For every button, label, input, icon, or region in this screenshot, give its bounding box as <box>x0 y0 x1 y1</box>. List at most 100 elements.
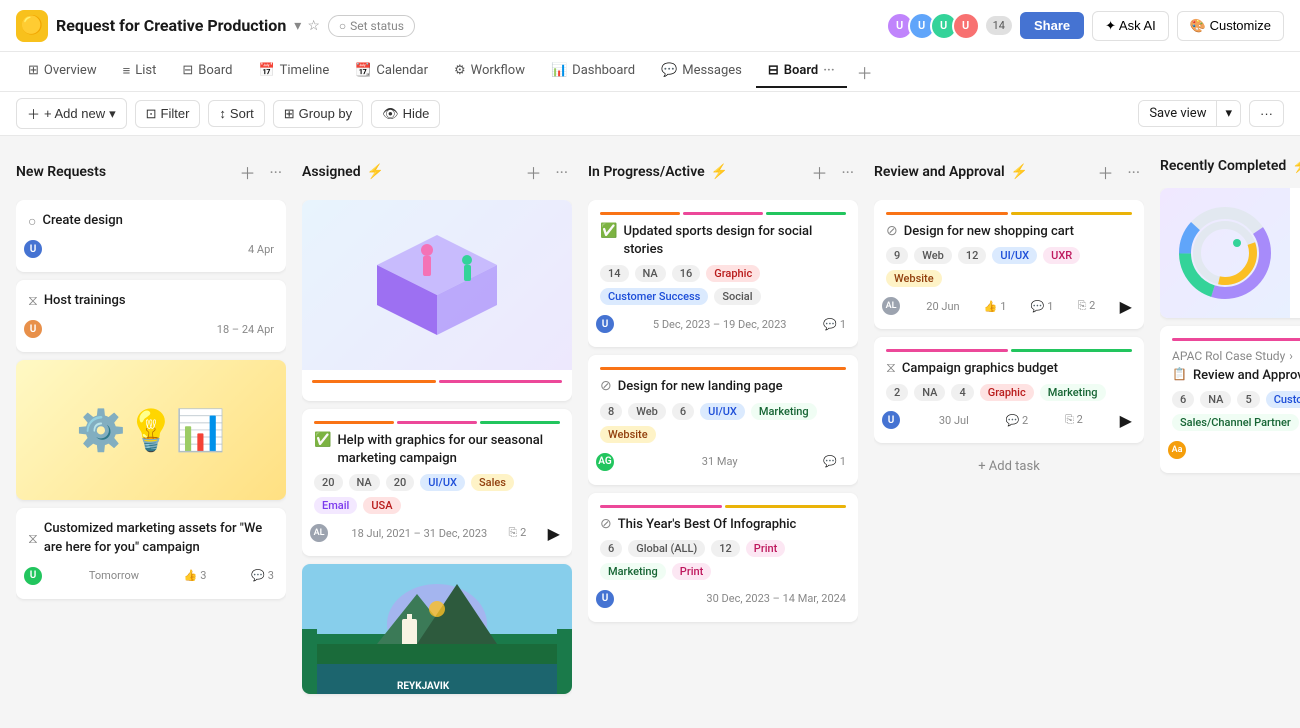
dashboard-icon: 📊 <box>551 63 567 78</box>
card-avatar: U <box>594 588 616 610</box>
ask-ai-button[interactable]: ✦ Ask AI <box>1092 11 1169 41</box>
card-avatar: U <box>880 409 902 431</box>
column-body-review: ⊘ Design for new shopping cart 9 Web 12 … <box>874 200 1144 712</box>
card-city-image[interactable]: REYKJAVIK <box>302 564 572 694</box>
tag: UI/UX <box>992 247 1037 264</box>
column-more-button[interactable]: ··· <box>837 161 858 184</box>
column-add-button[interactable]: ＋ <box>1093 158 1117 186</box>
tag: Customer Success <box>600 288 708 305</box>
tag: 9 <box>886 247 908 264</box>
tab-workflow[interactable]: ⚙ Workflow <box>442 55 537 88</box>
column-new-requests: New Requests ＋ ··· ○ Create design U 4 A… <box>16 152 286 712</box>
tab-calendar[interactable]: 📆 Calendar <box>343 55 440 88</box>
chart-area <box>1160 188 1290 318</box>
card-apac-case-study[interactable]: APAC Rol Case Study › 📋 Review and Appro… <box>1160 326 1300 473</box>
card-tags: 9 Web 12 UI/UX UXR Website <box>886 247 1132 287</box>
save-view-chevron[interactable]: ▾ <box>1216 101 1240 126</box>
tab-dashboard[interactable]: 📊 Dashboard <box>539 55 647 88</box>
card-comments: 💬 1 <box>823 318 846 331</box>
card-hero-image[interactable]: ✅ Global (ALL), Hero Image for Product L… <box>1160 188 1300 318</box>
card-avatar: AL <box>308 522 330 544</box>
card-title: Review and Approve – APAC Case Study <box>1193 367 1300 385</box>
card-tags: 14 NA 16 Graphic Customer Success Social <box>600 265 846 305</box>
app-emoji: 🟡 <box>21 15 43 36</box>
card-help-graphics[interactable]: ✅ Help with graphics for our seasonal ma… <box>302 409 572 556</box>
add-new-button[interactable]: ＋ + Add new ▾ <box>16 98 127 129</box>
tag: Graphic <box>706 265 760 282</box>
card-landing-page[interactable]: ⊘ Design for new landing page 8 Web 6 UI… <box>588 355 858 484</box>
column-add-button[interactable]: ＋ <box>521 158 545 186</box>
card-sports-design[interactable]: ✅ Updated sports design for social stori… <box>588 200 858 347</box>
card-date: 4 Apr <box>248 243 274 256</box>
card-yellow-image[interactable]: ⚙️💡📊 <box>16 360 286 500</box>
column-add-button[interactable]: ＋ <box>807 158 831 186</box>
donut-chart <box>1170 198 1280 308</box>
add-tab-button[interactable]: ＋ <box>849 56 881 88</box>
column-add-button[interactable]: ＋ <box>235 158 259 186</box>
card-date: 30 Jul <box>939 414 969 427</box>
app-icon: 🟡 <box>16 10 48 42</box>
tag: 6 <box>1172 391 1194 408</box>
tab-timeline[interactable]: 📅 Timeline <box>246 55 341 88</box>
group-by-button[interactable]: ⊞ Group by <box>273 100 363 128</box>
tab-messages[interactable]: 💬 Messages <box>649 55 754 88</box>
check-icon: ✅ <box>314 432 331 448</box>
circle-icon: ○ <box>28 213 36 230</box>
progress-bars <box>314 421 560 424</box>
progress-bars <box>600 367 846 370</box>
avatar: U <box>952 12 980 40</box>
circle-check-icon: ⊘ <box>600 516 612 532</box>
card-tags: 6 Global (ALL) 12 Print Marketing Print <box>600 540 846 580</box>
card-image-footer <box>302 370 572 401</box>
star-icon[interactable]: ☆ <box>307 18 320 34</box>
expand-icon: ▶ <box>548 524 560 543</box>
card-create-design[interactable]: ○ Create design U 4 Apr <box>16 200 286 272</box>
card-title: Design for new landing page <box>618 378 783 396</box>
filter-button[interactable]: ⊡ Filter <box>135 100 201 128</box>
column-more-button[interactable]: ··· <box>551 161 572 184</box>
tab-list[interactable]: ≡ List <box>111 55 169 89</box>
column-in-progress: In Progress/Active ⚡ ＋ ··· ✅ Updated spo… <box>588 152 858 712</box>
tab-board-1[interactable]: ⊟ Board <box>170 55 244 88</box>
tag: USA <box>363 497 400 514</box>
card-customized-marketing[interactable]: ⧖ Customized marketing assets for "We ar… <box>16 508 286 598</box>
card-meta-row: AL 18 Jul, 2021 – 31 Dec, 2023 ⎘ 2 ▶ <box>314 522 560 544</box>
card-likes: 👍 3 <box>184 569 207 582</box>
progress-bars <box>886 212 1132 215</box>
card-title: Help with graphics for our seasonal mark… <box>337 432 560 468</box>
card-infographic[interactable]: ⊘ This Year's Best Of Infographic 6 Glob… <box>588 493 858 622</box>
tag: NA <box>635 265 666 282</box>
column-more-button[interactable]: ··· <box>265 161 286 184</box>
status-pill[interactable]: ○ Set status <box>328 15 415 37</box>
tag: Web <box>914 247 952 264</box>
ellipsis-icon[interactable]: ··· <box>823 63 834 78</box>
card-shopping-cart[interactable]: ⊘ Design for new shopping cart 9 Web 12 … <box>874 200 1144 329</box>
column-more-button[interactable]: ··· <box>1123 161 1144 184</box>
tag: NA <box>1200 391 1231 408</box>
column-body-completed: ✅ Global (ALL), Hero Image for Product L… <box>1160 188 1300 712</box>
more-options-button[interactable]: ··· <box>1249 100 1284 127</box>
progress-bars <box>600 212 846 215</box>
share-button[interactable]: Share <box>1020 12 1084 39</box>
progress-bars <box>600 505 846 508</box>
tab-board-active[interactable]: ⊟ Board ··· <box>756 55 847 88</box>
card-tags: 8 Web 6 UI/UX Marketing Website <box>600 403 846 443</box>
card-comments: 💬 2 <box>1006 414 1029 427</box>
hourglass-icon: ⧖ <box>886 360 896 376</box>
customize-button[interactable]: 🎨 Customize <box>1177 11 1284 41</box>
lightning-icon: ⚡ <box>1292 158 1300 174</box>
card-campaign-budget[interactable]: ⧖ Campaign graphics budget 2 NA 4 Graphi… <box>874 337 1144 443</box>
card-isometric[interactable] <box>302 200 572 401</box>
card-links: ⎘ 2 <box>1065 413 1083 427</box>
lightning-icon: ⚡ <box>367 164 384 180</box>
add-task-button[interactable]: + Add task <box>874 451 1144 482</box>
hide-button[interactable]: 👁 Hide <box>371 100 440 128</box>
circle-check-icon: ⊘ <box>886 223 898 239</box>
save-view-button[interactable]: Save view ▾ <box>1138 100 1241 127</box>
card-image-content: ⚙️💡📊 <box>76 407 225 454</box>
card-host-trainings[interactable]: ⧖ Host trainings U 18 – 24 Apr <box>16 280 286 352</box>
tab-overview[interactable]: ⊞ Overview <box>16 55 109 88</box>
sort-button[interactable]: ↕ Sort <box>208 100 264 127</box>
card-title: This Year's Best Of Infographic <box>618 516 797 534</box>
chevron-down-icon[interactable]: ▾ <box>294 18 301 34</box>
